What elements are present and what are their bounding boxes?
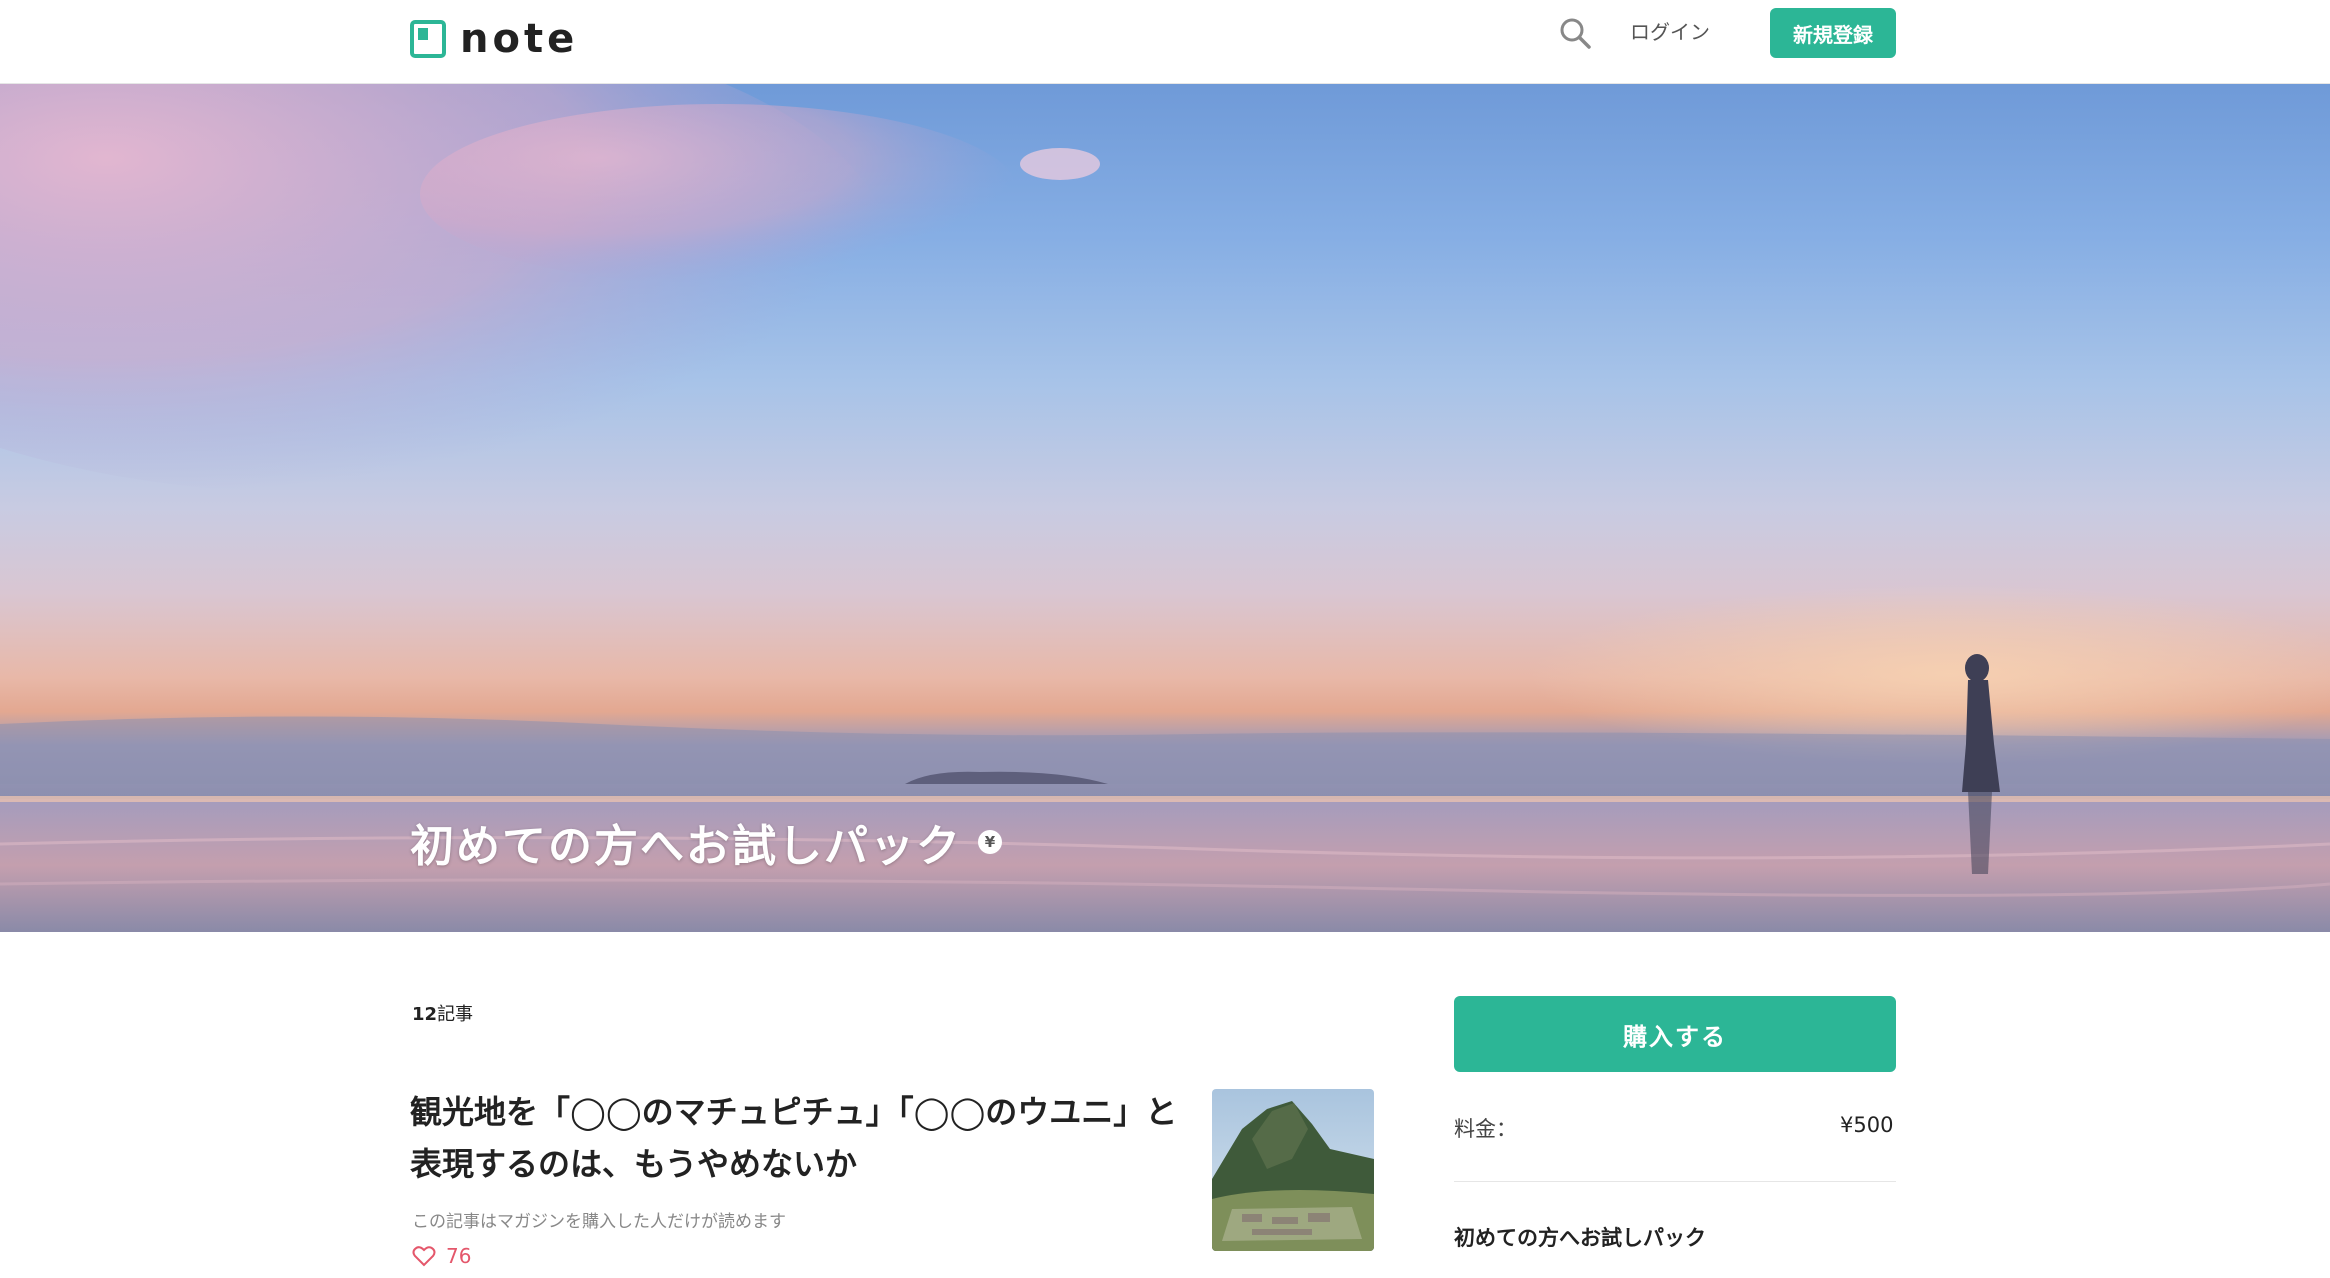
heart-icon: [412, 1246, 436, 1267]
article-thumbnail[interactable]: [1212, 1089, 1374, 1251]
like-count: 76: [446, 1244, 472, 1268]
article-purchase-note: この記事はマガジンを購入した人だけが読めます: [412, 1212, 786, 1232]
article-count-unit: 記事: [437, 1004, 474, 1025]
note-logo[interactable]: note: [410, 14, 578, 64]
article-title-link[interactable]: 観光地を「◯◯のマチュピチュ」「◯◯のウユニ」と表現するのは、もうやめないか: [410, 1086, 1190, 1190]
price-value: ¥500: [1840, 1113, 1894, 1137]
magazine-title: 初めての方へお試しパック: [410, 821, 962, 872]
paid-yen-badge: ¥: [978, 830, 1002, 854]
price-label: 料金：: [1454, 1117, 1517, 1141]
sidebar-magazine-name: 初めての方へお試しパック: [1454, 1226, 1706, 1250]
top-header: note ログイン 新規登録: [0, 0, 2330, 84]
logo-text: note: [460, 16, 579, 62]
signup-button[interactable]: 新規登録: [1770, 8, 1896, 58]
login-link[interactable]: ログイン: [1630, 17, 1710, 47]
buy-button[interactable]: 購入する: [1454, 996, 1896, 1072]
article-count-number: 12: [412, 1004, 438, 1025]
note-logo-icon: [410, 20, 446, 58]
hero-title-row: 初めての方へお試しパック ¥: [410, 810, 1002, 874]
hero-banner: 初めての方へお試しパック ¥: [0, 84, 2330, 932]
article-count: 12記事: [412, 1000, 473, 1026]
like-button[interactable]: 76: [412, 1244, 471, 1268]
hero-background-image: [0, 84, 2330, 932]
search-icon[interactable]: [1558, 16, 1592, 50]
sidebar-divider: [1454, 1181, 1896, 1182]
